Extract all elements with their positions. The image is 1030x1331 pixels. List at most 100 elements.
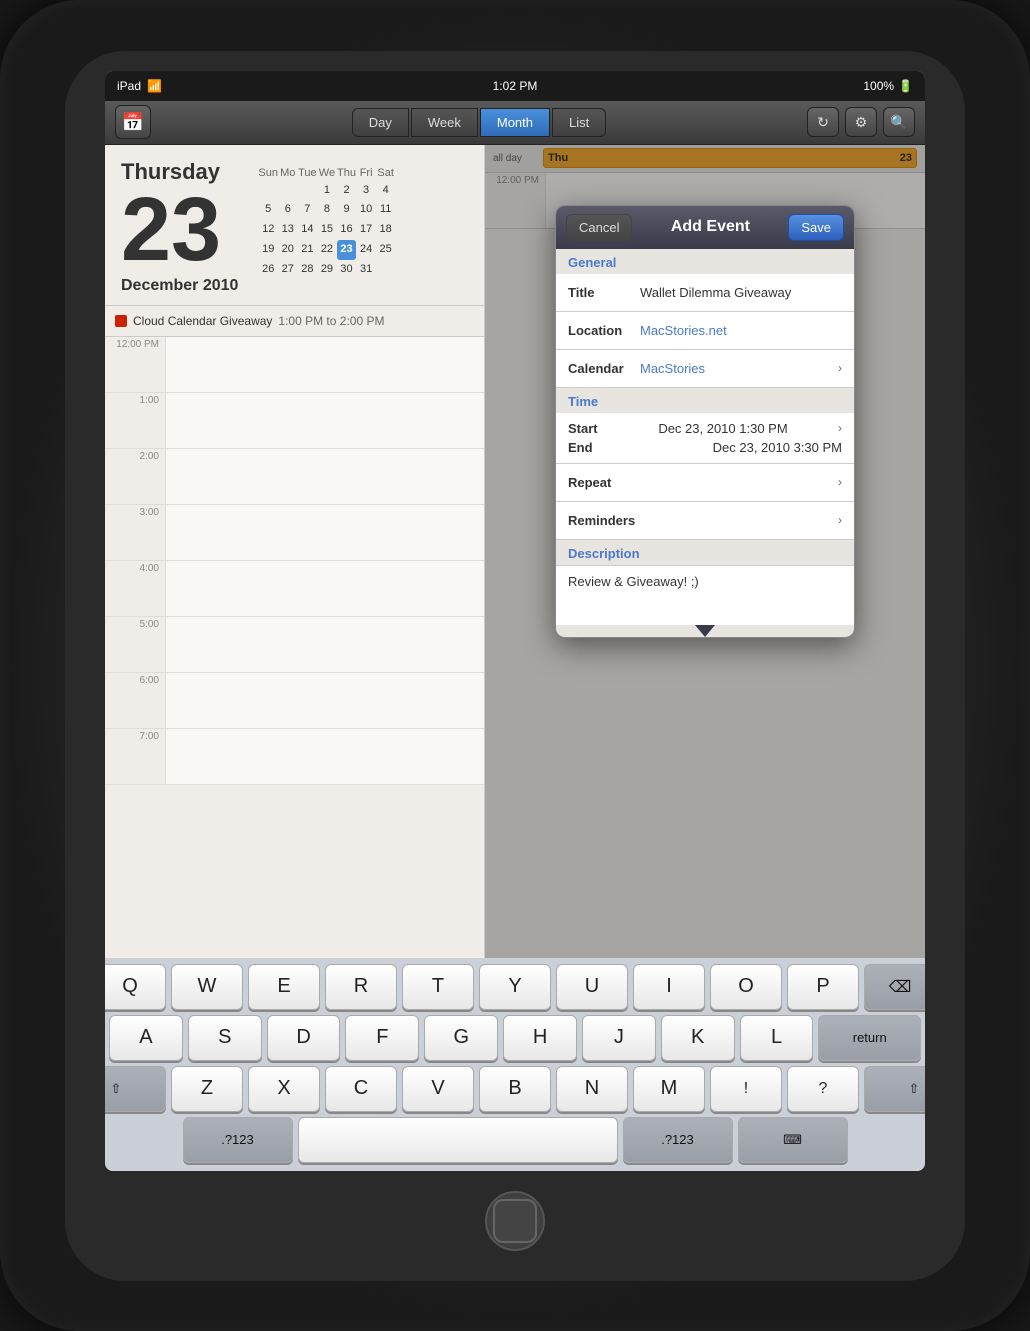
col-fri: Fri [356,167,376,179]
tab-list[interactable]: List [552,108,606,137]
key-f[interactable]: F [345,1015,419,1061]
ipad-screen: iPad 📶 1:02 PM 100% 🔋 📅 [105,71,925,1171]
keyboard-dismiss-key[interactable]: ⌨ [738,1117,848,1163]
time-slot-400: 4:00 [105,561,484,617]
key-v[interactable]: V [402,1066,474,1112]
modal-save-button[interactable]: Save [788,214,844,241]
title-field[interactable]: Title [556,274,854,312]
key-z[interactable]: Z [171,1066,243,1112]
event-title: Cloud Calendar Giveaway [133,314,272,328]
time-slot-1200: 12:00 PM [105,337,484,393]
timeline-scroll[interactable]: 12:00 PM 1:00 2:00 [105,337,484,930]
description-section-header: Description [556,540,854,565]
col-we: We [317,167,337,179]
location-field[interactable]: Location MacStories.net [556,312,854,350]
key-a[interactable]: A [109,1015,183,1061]
key-question[interactable]: ? [787,1066,859,1112]
modal-overlay: Cancel Add Event Save General Title [485,145,925,958]
end-value: Dec 23, 2010 3:30 PM [713,440,842,455]
end-label: End [568,440,608,455]
home-button[interactable] [485,1191,545,1251]
key-e[interactable]: E [248,964,320,1010]
key-w[interactable]: W [171,964,243,1010]
time-slot-300: 3:00 [105,505,484,561]
key-o[interactable]: O [710,964,782,1010]
key-i[interactable]: I [633,964,705,1010]
title-input[interactable] [640,285,842,300]
tab-group: Day Week Month List [352,108,607,137]
tab-week[interactable]: Week [411,108,478,137]
key-x[interactable]: X [248,1066,320,1112]
backspace-key[interactable]: ⌫ [864,964,925,1010]
location-label: Location [568,323,640,338]
key-d[interactable]: D [267,1015,341,1061]
key-t[interactable]: T [402,964,474,1010]
key-n[interactable]: N [556,1066,628,1112]
key-l[interactable]: L [740,1015,814,1061]
calendar-main: Thursday 23 December 2010 Sun Mo Tue [105,145,925,958]
time-field[interactable]: Start Dec 23, 2010 1:30 PM › End Dec 23,… [556,413,854,464]
shift-right-key[interactable]: ⇧ [864,1066,925,1112]
modal-header: Cancel Add Event Save [556,206,854,249]
key-u[interactable]: U [556,964,628,1010]
reminders-field[interactable]: Reminders › [556,502,854,540]
tab-month[interactable]: Month [480,108,550,137]
return-key[interactable]: return [818,1015,921,1061]
key-m[interactable]: M [633,1066,705,1112]
modal-cancel-button[interactable]: Cancel [566,214,632,241]
mini-cal-row-3: 12 13 14 15 16 17 18 [258,220,395,240]
space-key[interactable] [298,1117,618,1163]
shift-left-key[interactable]: ⇧ [105,1066,166,1112]
calendar-value: MacStories [640,361,838,376]
battery-icon: 🔋 [898,79,913,93]
chevron-right-icon: › [838,361,842,375]
key-g[interactable]: G [424,1015,498,1061]
calendar-nav-button[interactable]: 📅 [115,105,151,139]
key-j[interactable]: J [582,1015,656,1061]
chevron-right-icon: › [838,421,842,435]
modal-arrow [695,625,715,637]
key-exclaim[interactable]: ! [710,1066,782,1112]
mini-cal-row-2: 5 6 7 8 9 10 11 [258,200,395,220]
key-r[interactable]: R [325,964,397,1010]
key-h[interactable]: H [503,1015,577,1061]
repeat-field[interactable]: Repeat › [556,464,854,502]
keyboard-row-3: ⇧ Z X C V B N M ! ? ⇧ [109,1066,921,1112]
time-slot-500: 5:00 [105,617,484,673]
list-item[interactable]: Cloud Calendar Giveaway 1:00 PM to 2:00 … [115,314,474,328]
status-time: 1:02 PM [493,79,538,93]
location-value: MacStories.net [640,323,842,338]
numbers-left-key[interactable]: .?123 [183,1117,293,1163]
col-tue: Tue [298,167,318,179]
settings-button[interactable]: ⚙ [845,107,877,137]
mini-cal-row-1: 1 2 3 4 [258,181,395,201]
key-b[interactable]: B [479,1066,551,1112]
numbers-right-key[interactable]: .?123 [623,1117,733,1163]
key-c[interactable]: C [325,1066,397,1112]
refresh-button[interactable]: ↻ [807,107,839,137]
col-thu: Thu [337,167,357,179]
col-sun: Sun [258,167,278,179]
key-s[interactable]: S [188,1015,262,1061]
col-mo: Mo [278,167,298,179]
keyboard-row-2: A S D F G H J K L return [109,1015,921,1061]
mini-calendar: Thursday 23 December 2010 Sun Mo Tue [105,145,484,306]
reminders-label: Reminders [568,513,640,528]
key-k[interactable]: K [661,1015,735,1061]
key-q[interactable]: Q [105,964,166,1010]
mini-cal-grid: Sun Mo Tue We Thu Fri Sat [258,167,395,280]
tab-day[interactable]: Day [352,108,409,137]
ipad-device: iPad 📶 1:02 PM 100% 🔋 📅 [0,0,1030,1331]
description-field[interactable]: Review & Giveaway! ;) [556,565,854,625]
calendar-field[interactable]: Calendar MacStories › [556,350,854,388]
keyboard-row-1: Q W E R T Y U I O P ⌫ [109,964,921,1010]
key-p[interactable]: P [787,964,859,1010]
col-sat: Sat [376,167,396,179]
time-label: 3:00 [105,505,165,560]
key-y[interactable]: Y [479,964,551,1010]
battery-label: 100% [863,79,894,93]
modal-title: Add Event [671,218,750,236]
search-button[interactable]: 🔍 [883,107,915,137]
event-list: Cloud Calendar Giveaway 1:00 PM to 2:00 … [105,306,484,337]
time-label: 12:00 PM [105,337,165,392]
